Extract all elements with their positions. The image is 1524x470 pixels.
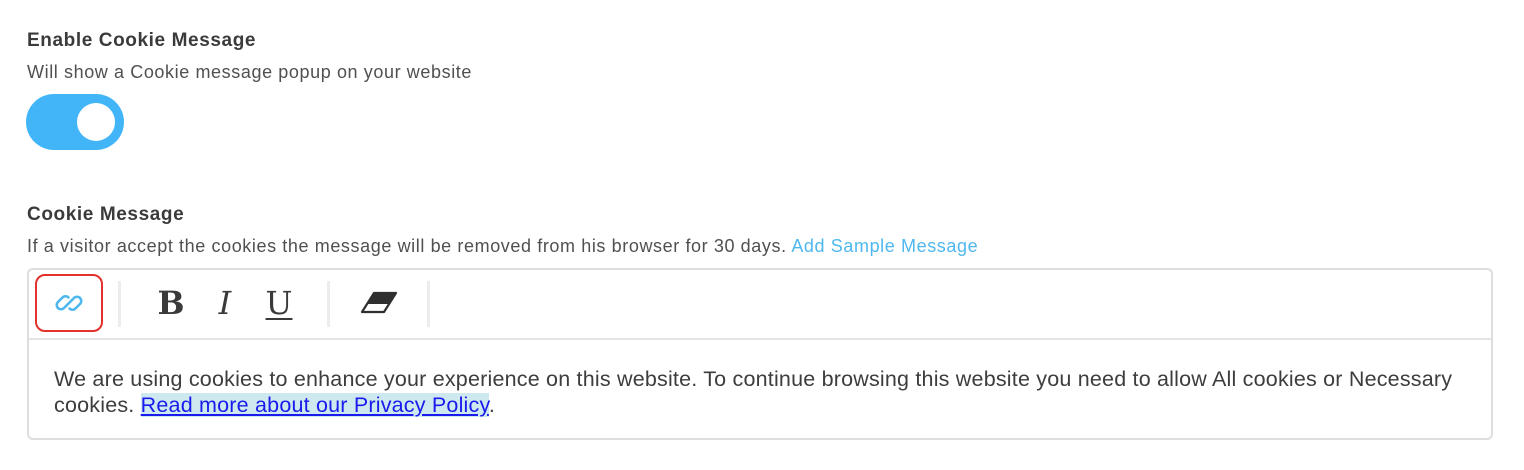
editor-toolbar: B I U [29, 270, 1491, 340]
toolbar-separator [118, 281, 121, 327]
add-sample-message-link[interactable]: Add Sample Message [791, 236, 978, 256]
rich-text-editor: B I U We are using cookies to enhance yo… [27, 268, 1493, 440]
enable-cookie-title: Enable Cookie Message [27, 30, 257, 51]
privacy-policy-link[interactable]: Read more about our Privacy Policy [140, 393, 489, 417]
editor-trailing-period: . [488, 393, 496, 417]
enable-cookie-toggle[interactable] [26, 94, 124, 150]
clear-formatting-button[interactable] [359, 276, 399, 330]
cookie-message-title: Cookie Message [27, 204, 185, 225]
cookie-message-description: If a visitor accept the cookies the mess… [27, 236, 787, 256]
toolbar-separator [427, 281, 430, 327]
settings-page: Enable Cookie Message Will show a Cookie… [0, 0, 1524, 470]
link-icon [55, 294, 83, 312]
editor-content[interactable]: We are using cookies to enhance your exp… [54, 366, 1464, 418]
cookie-message-description-row: If a visitor accept the cookies the mess… [27, 236, 978, 257]
toolbar-separator [327, 281, 330, 327]
bold-button[interactable]: B [153, 276, 189, 330]
insert-link-button[interactable] [35, 274, 103, 332]
toggle-knob [77, 103, 115, 141]
italic-button[interactable]: I [207, 276, 243, 330]
underline-button[interactable]: U [261, 276, 297, 330]
enable-cookie-description: Will show a Cookie message popup on your… [27, 62, 473, 82]
eraser-icon [360, 291, 398, 314]
